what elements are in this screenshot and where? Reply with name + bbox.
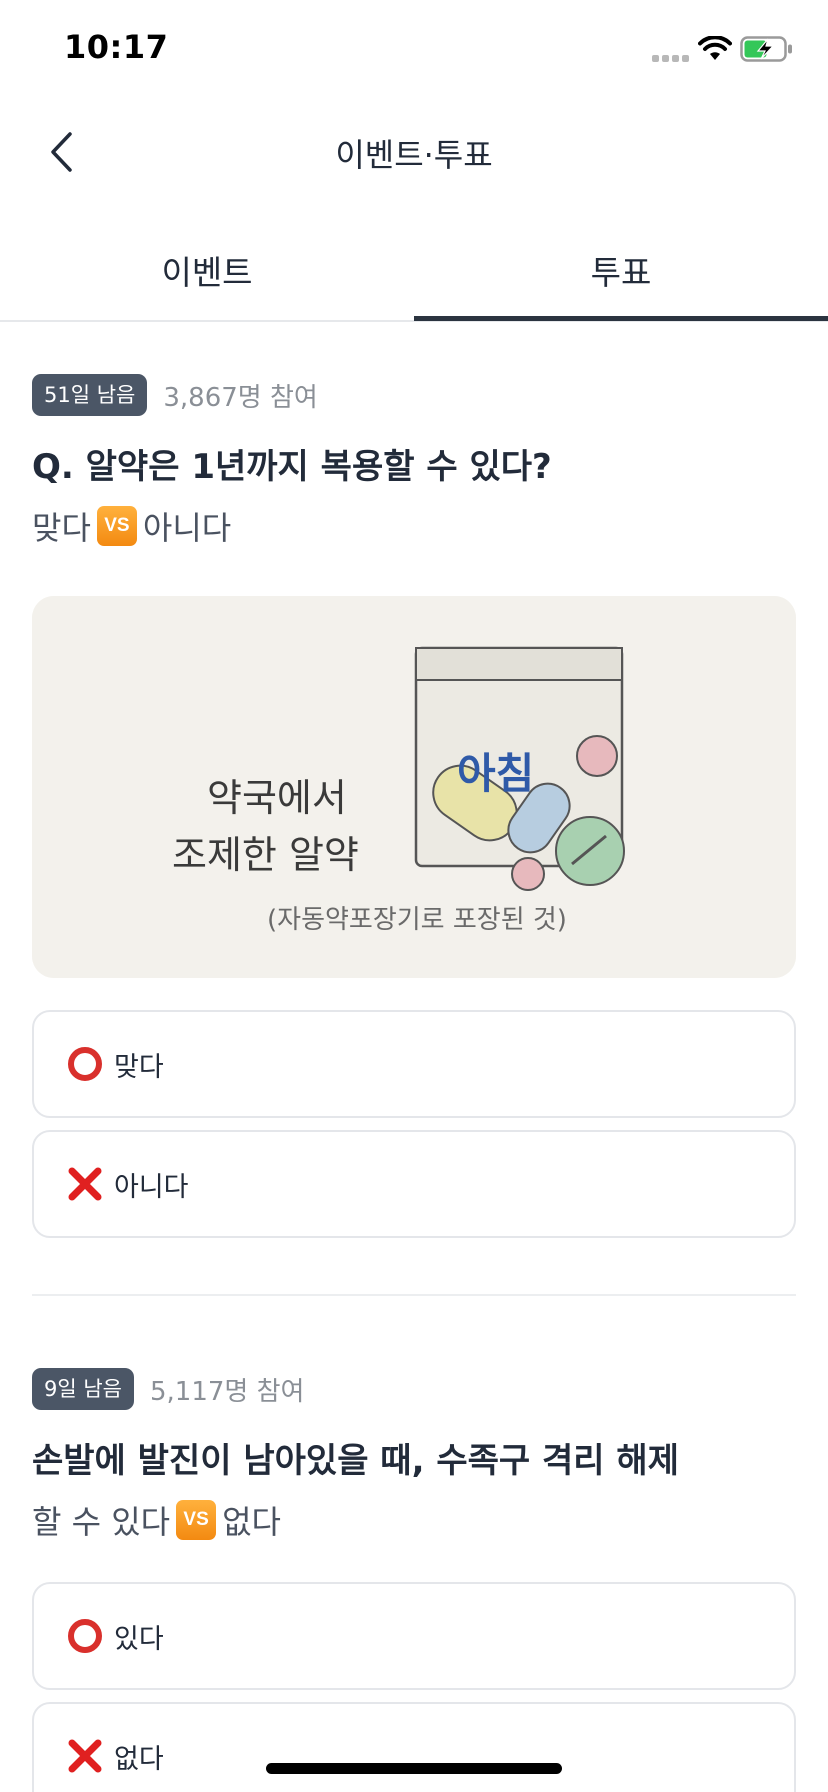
wifi-icon [698,36,732,60]
choice-a-text: 할 수 있다 [32,1503,171,1541]
tab-bar: 이벤트 투표 [0,220,828,322]
choice-b-text: 아니다 [142,509,232,547]
pill-bag-illustration: 약국에서 조제한 알약 (자동약포장기로 포장된 것) 아침 [32,596,796,978]
vote-subtitle: 맞다 VS 아니다 [32,504,796,548]
vote-card: 51일 남음 3,867명 참여 Q. 알약은 1년까지 복용할 수 있다? 맞… [32,374,796,1238]
option-label: 아니다 [114,1171,189,1203]
vote-question: 손발에 발진이 남아있을 때, 수족구 격리 해제 [32,1441,679,1481]
status-bar: 10:17 [0,0,828,100]
illustration-line-1: 약국에서 [207,776,347,820]
vote-option-yes[interactable]: 맞다 [32,1010,796,1118]
battery-charging-icon [740,36,792,62]
days-left-badge: 9일 남음 [32,1368,134,1410]
vote-option-no[interactable]: 아니다 [32,1130,796,1238]
vote-option-yes[interactable]: 있다 [32,1582,796,1690]
cellular-signal-icon [652,52,690,62]
vote-meta: 51일 남음 3,867명 참여 [32,374,796,416]
circle-icon [66,1045,104,1083]
vote-option-no[interactable]: 없다 [32,1702,796,1792]
vote-meta: 9일 남음 5,117명 참여 [32,1368,796,1410]
vote-subtitle: 할 수 있다 VS 없다 [32,1498,796,1542]
section-divider [32,1294,796,1296]
vs-icon: VS [176,1500,217,1540]
vote-card: 9일 남음 5,117명 참여 손발에 발진이 남아있을 때, 수족구 격리 해… [32,1368,796,1792]
vote-illustration: 약국에서 조제한 알약 (자동약포장기로 포장된 것) 아침 [32,596,796,978]
option-label: 있다 [114,1623,164,1655]
bag-label: 아침 [457,749,534,798]
participant-count: 3,867명 참여 [163,382,318,413]
illustration-line-2: 조제한 알약 [172,833,359,877]
days-left-badge: 51일 남음 [32,374,148,416]
illustration-line-3: (자동약포장기로 포장된 것) [267,905,567,935]
vs-icon: VS [96,506,137,546]
vote-question: Q. 알약은 1년까지 복용할 수 있다? [32,447,552,487]
status-time: 10:17 [64,28,169,66]
nav-bar: 이벤트·투표 [0,100,828,200]
tab-event[interactable]: 이벤트 [0,220,414,320]
circle-icon [66,1617,104,1655]
choice-b-text: 없다 [222,1503,281,1541]
cross-icon [66,1737,104,1775]
participant-count: 5,117명 참여 [150,1376,305,1407]
cross-icon [66,1165,104,1203]
choice-a-text: 맞다 [32,509,91,547]
home-indicator [266,1763,562,1774]
page-title: 이벤트·투표 [335,136,493,174]
tab-vote[interactable]: 투표 [414,220,828,320]
option-label: 맞다 [114,1051,164,1083]
active-tab-indicator [414,316,828,321]
option-label: 없다 [114,1743,164,1775]
